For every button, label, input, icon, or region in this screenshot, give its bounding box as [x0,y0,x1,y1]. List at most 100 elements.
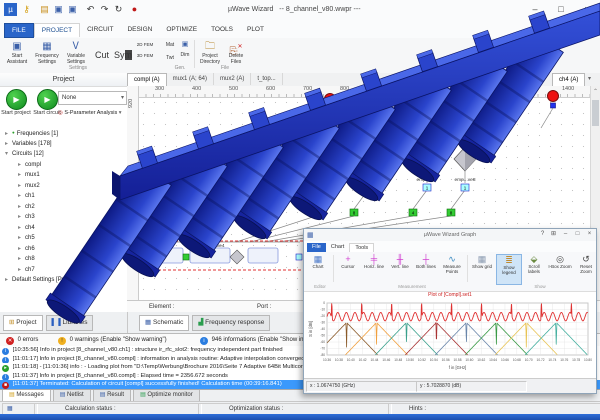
scrollbar-thumb[interactable] [592,100,599,126]
tree-item-circuits[interactable]: ▾Circuits [12] [0,149,127,160]
chevron-right-icon[interactable]: ▸ [5,139,12,150]
tree-item-mux2[interactable]: ▸mux2 [0,181,127,192]
show-grid-button[interactable]: ▦Show grid [470,254,494,283]
ribbon-tab-plot[interactable]: PLOT [240,23,271,36]
chevron-right-icon[interactable]: ▸ [18,265,25,276]
chevron-right-icon[interactable]: ▸ [18,160,25,171]
tree-item-ch2[interactable]: ▸ch2 [0,202,127,213]
vert-line-button[interactable]: ╫Vert. line [388,254,412,283]
chevron-right-icon[interactable]: ▸ [18,254,25,265]
start-circuit-button[interactable]: ▶ [37,89,58,110]
plot-chart[interactable]: 10.3610.3810.4010.4210.4410.4610.4810.50… [307,299,593,377]
analysis-dropdown[interactable]: ◎ S-Parameter Analysis ▾ [58,107,124,119]
ribbon-tab-tools[interactable]: TOOLS [204,23,240,36]
measure-points-button[interactable]: ∿Measure Points [440,254,464,283]
i-box-zoom-button[interactable]: ◎I-Box Zoom [548,254,572,283]
save-icon[interactable]: ▣ [52,3,65,16]
tab-schematic[interactable]: ▦ Schematic [139,315,189,331]
dim-button[interactable]: Dim [178,49,192,59]
ribbon-tab-file[interactable]: FILE [4,23,34,38]
tab-overflow-icon[interactable]: ▾ [588,75,591,82]
circuit-tab-ch4[interactable]: ch4 (A) [552,73,585,86]
plot-tab-file[interactable]: File [307,243,326,252]
vruler-number: 920 [128,99,134,108]
tree-item-ch6[interactable]: ▸ch6 [0,244,127,255]
scroll-up-icon[interactable]: ⌃ [591,88,600,95]
start-assistant-button[interactable]: ▣ Start Assistant [2,40,32,70]
circuit-tab-4[interactable]: t_top... [251,73,282,85]
refresh-icon[interactable]: ↻ [112,3,125,16]
record-icon[interactable]: ● [128,3,141,16]
ribbon-tab-row: FILEPROJECTCIRCUITDESIGNOPTIMIZETOOLSPLO… [0,20,600,39]
tree-item-ch1[interactable]: ▸ch1 [0,191,127,202]
tab-project[interactable]: ⊞ Project [3,315,43,331]
circuit-tab-3[interactable]: mux2 (A) [214,73,251,85]
tree-item-mux1[interactable]: ▸mux1 [0,170,127,181]
ribbon-tab-circuit[interactable]: CIRCUIT [80,23,120,36]
key-icon[interactable]: ⚷ [20,3,33,16]
redo-icon[interactable]: ↷ [98,3,111,16]
open-icon[interactable]: ▤ [38,3,51,16]
chevron-right-icon[interactable]: ▸ [18,181,25,192]
both-lines-button[interactable]: ┼Both lines [414,254,438,283]
title-bar: µ ⚷ ▤ ▣ ▣ ↶ ↷ ↻ ● µWave Wizard -- 8_chan… [0,0,600,21]
chart-button[interactable]: ▦Chart [306,254,330,283]
ribbon-tab-project[interactable]: PROJECT [34,23,80,37]
maximize-button[interactable]: □ [548,0,574,19]
circuit-tab-2[interactable]: mux1 (A; 64) [167,73,214,85]
ribbon-tab-optimize[interactable]: OPTIMIZE [159,23,204,36]
twt-button[interactable]: Twt [163,49,177,62]
chevron-right-icon[interactable]: ▸ [18,191,25,202]
tree-item-ch5[interactable]: ▸ch5 [0,233,127,244]
fem-2d-button[interactable]: 2D FEM 3D FEM [135,40,155,70]
tab-frequency-response[interactable]: ▟ Frequency response [192,315,270,331]
tree-item-frequencies[interactable]: ▸●Frequencies [1] [0,128,127,139]
tree-item-default[interactable]: ▸Default Settings [Project] [0,275,127,286]
circuit-tab-1[interactable]: compl (A) [127,73,167,86]
plot-help-icon[interactable]: ? [537,229,548,240]
fem-3d-button[interactable]: 3D FEM [135,48,155,59]
info-icon: i [200,337,208,345]
tree-item-ch7[interactable]: ▸ch7 [0,265,127,276]
undo-icon[interactable]: ↶ [84,3,97,16]
chevron-right-icon[interactable]: ▸ [18,233,25,244]
chevron-right-icon[interactable]: ▸ [18,212,25,223]
plot-pin-icon[interactable]: ⊞ [548,229,559,240]
reset-zoom-button[interactable]: ↺Reset Zoom [574,254,598,283]
show-legend-button[interactable]: ≣Show legend [496,254,522,285]
save-all-icon[interactable]: ▣ [66,3,79,16]
tree-item-variables[interactable]: ▸Variables [178] [0,139,127,150]
svg-text:10.68: 10.68 [513,358,521,362]
scroll-labels-button[interactable]: ⬙Scroll labels [522,254,546,283]
plot-minimize-button[interactable]: – [560,229,571,240]
chevron-right-icon[interactable]: ▸ [18,223,25,234]
sym-button[interactable]: Sym [113,40,133,70]
tree-item-compl[interactable]: ▸compl [0,160,127,171]
tree-item-ch4[interactable]: ▸ch4 [0,223,127,234]
horiz-line-button[interactable]: ╪Horiz. line [362,254,386,283]
minimize-button[interactable]: – [522,0,548,19]
ribbon-pin-icon[interactable] [558,24,570,36]
chevron-right-icon[interactable]: ▸ [18,244,25,255]
tree-item-ch3[interactable]: ▸ch3 [0,212,127,223]
svg-text:10.44: 10.44 [370,358,378,362]
cursor-button[interactable]: +Cursor [336,254,360,283]
plot-maximize-button[interactable]: □ [572,229,583,240]
close-button[interactable]: × [574,0,600,19]
tree-item-ch8[interactable]: ▸ch8 [0,254,127,265]
preset-dropdown[interactable]: None▾ [58,91,127,105]
help-icon[interactable]: ? [577,23,588,34]
plot-window[interactable]: ▦ µWave Wizard Graph ? ⊞ – □ × FileChart… [303,228,597,394]
plot-close-button[interactable]: × [584,229,595,240]
tab-libraries[interactable]: ▌▐ Libraries [46,315,94,331]
tree-item-label: Variables [178] [12,141,52,147]
ruler-number: 1300 [525,86,537,92]
plot-tab-chart[interactable]: Chart [326,243,349,252]
chevron-down-icon[interactable]: ▾ [5,149,12,160]
chevron-right-icon[interactable]: ▸ [5,275,12,286]
chevron-right-icon[interactable]: ▸ [18,170,25,181]
frequency-settings-button[interactable]: ▦ Frequency Settings [33,40,61,70]
ribbon-tab-design[interactable]: DESIGN [120,23,159,36]
chevron-right-icon[interactable]: ▸ [18,202,25,213]
start-project-button[interactable]: ▶ [6,89,27,110]
